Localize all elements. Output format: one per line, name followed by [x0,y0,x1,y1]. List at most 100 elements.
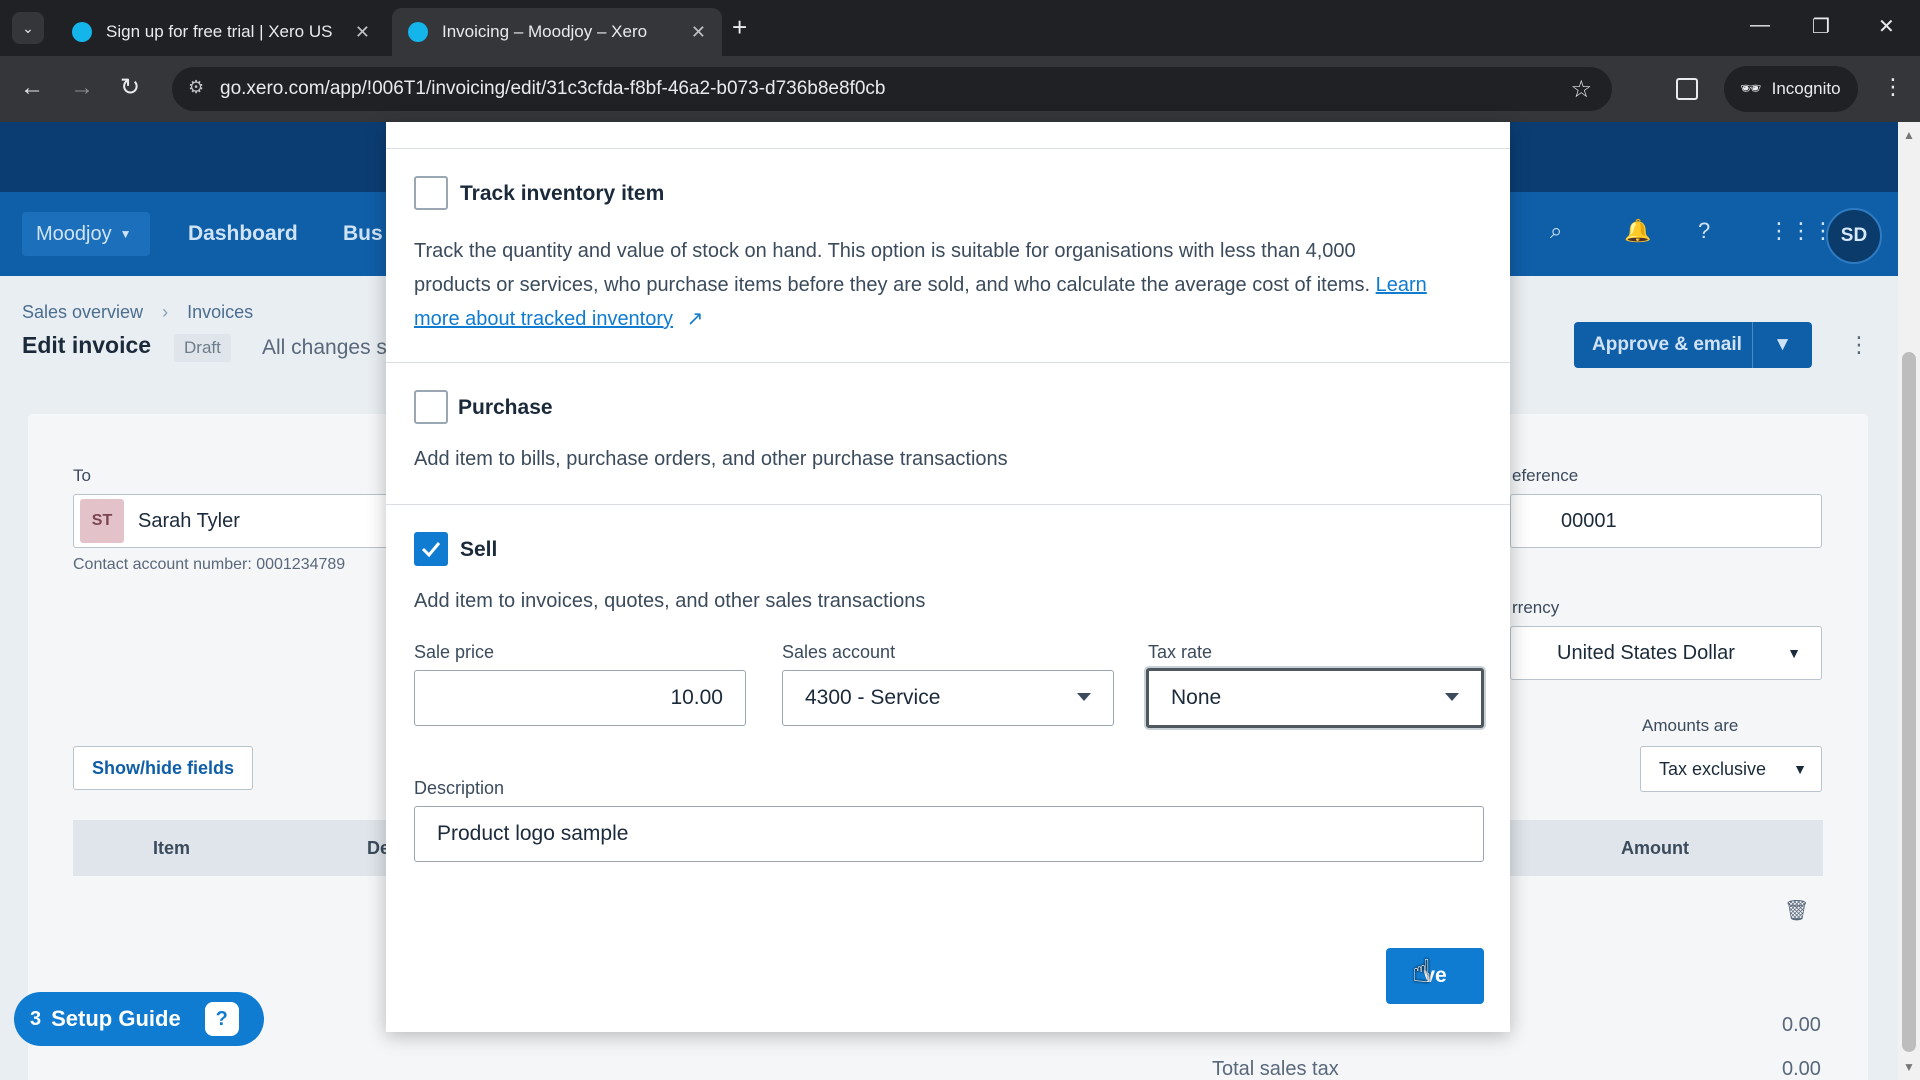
reference-label: eference [1512,466,1579,485]
contact-field[interactable]: ST Sarah Tyler [73,494,413,548]
amounts-are-label: Amounts are [1642,716,1739,735]
page-scrollbar[interactable]: ▲ ▼ [1898,122,1920,1080]
approve-email-button[interactable]: Approve & email ▼ [1574,322,1812,368]
new-tab-icon[interactable]: + [732,14,747,40]
page-title: Edit invoice [22,332,152,358]
setup-guide-count: 3 [30,1007,42,1030]
sell-checkbox[interactable] [414,532,448,566]
learn-more-link-part1[interactable]: Learn [1376,274,1427,296]
forward-icon[interactable]: → [70,74,94,102]
track-inventory-description: Track the quantity and value of stock on… [414,234,1427,336]
divider [386,504,1510,505]
breadcrumb-invoices[interactable]: Invoices [187,302,253,322]
sale-price-label: Sale price [414,642,495,662]
show-hide-fields-button[interactable]: Show/hide fields [73,746,253,790]
browser-tab-invoicing[interactable]: Invoicing – Moodjoy – Xero ✕ [392,8,722,56]
side-panel-icon[interactable] [1676,78,1698,100]
close-window-icon[interactable]: ✕ [1878,14,1895,39]
purchase-checkbox[interactable] [414,390,448,424]
reference-field[interactable]: 00001 [1510,494,1822,548]
setup-guide-button[interactable]: 3 Setup Guide ? [14,992,264,1046]
sell-description: Add item to invoices, quotes, and other … [414,590,926,612]
amounts-are-value: Tax exclusive [1659,758,1767,779]
bell-icon[interactable]: 🔔 [1624,218,1651,244]
browser-tab-bar: ⌄ Sign up for free trial | Xero US ✕ Inv… [0,0,1920,56]
chevron-down-icon [1445,693,1459,701]
chevron-down-icon: ▼ [1793,761,1807,777]
column-amount: Amount [1621,838,1689,858]
sale-price-input[interactable]: 10.00 [414,670,746,726]
tab-search-icon[interactable]: ⌄ [12,12,44,44]
restore-icon[interactable]: ❐ [1812,14,1830,39]
sales-account-select[interactable]: 4300 - Service [782,670,1114,726]
total-sales-tax-label: Total sales tax [1212,1058,1339,1080]
nav-dashboard[interactable]: Dashboard [188,222,298,246]
sell-label: Sell [460,538,498,561]
xero-favicon-icon [408,22,428,42]
avatar[interactable]: SD [1826,208,1882,264]
reference-value: 00001 [1561,509,1617,532]
contact-name: Sarah Tyler [138,509,240,532]
trash-icon[interactable]: 🗑 [1784,898,1809,923]
tax-rate-select[interactable]: None [1146,668,1484,728]
tab-title: Sign up for free trial | Xero US [106,22,333,41]
external-link-icon[interactable]: ↗ [687,308,704,330]
more-options-icon[interactable]: ⋮ [1848,332,1870,358]
close-tab-icon[interactable]: ✕ [691,22,706,43]
apps-grid-icon[interactable]: ⋮⋮⋮ [1768,218,1834,244]
scroll-down-icon[interactable]: ▼ [1903,1060,1915,1074]
column-item: Item [153,838,191,858]
url-text: go.xero.com/app/!006T1/invoicing/edit/31… [220,78,886,99]
org-switcher[interactable]: Moodjoy ▼ [22,212,150,256]
scrollbar-thumb[interactable] [1902,352,1916,1052]
amounts-are-select[interactable]: Tax exclusive ▼ [1640,746,1822,792]
to-label: To [73,466,91,485]
incognito-indicator[interactable]: 🕶 Incognito [1724,66,1858,112]
back-icon[interactable]: ← [20,74,44,102]
tax-rate-value: None [1171,686,1222,709]
contact-account-number: Contact account number: 0001234789 [73,556,346,573]
minimize-icon[interactable]: — [1750,14,1770,37]
tax-rate-label: Tax rate [1148,642,1213,662]
close-tab-icon[interactable]: ✕ [355,22,370,43]
track-inventory-description-line2: products or services, who purchase items… [414,274,1371,296]
track-inventory-checkbox[interactable] [414,176,448,210]
org-name: Moodjoy [36,222,112,245]
address-bar[interactable]: ⚙ go.xero.com/app/!006T1/invoicing/edit/… [172,67,1612,111]
description-label: Description [414,778,505,798]
sales-account-value: 4300 - Service [805,686,941,709]
save-button[interactable]: ve [1386,948,1484,1004]
subtotal-value: 0.00 [1782,1014,1821,1036]
contact-initials: ST [80,499,124,543]
setup-guide-label: Setup Guide [51,1006,181,1031]
xero-favicon-icon [72,22,92,42]
breadcrumb-sales-overview[interactable]: Sales overview [22,302,143,322]
incognito-icon: 🕶 [1740,79,1762,98]
scroll-up-icon[interactable]: ▲ [1903,128,1915,142]
reload-icon[interactable]: ↻ [120,74,140,102]
learn-more-link[interactable]: more about tracked inventory [414,308,673,330]
approve-email-label: Approve & email [1592,334,1742,355]
help-icon[interactable]: ? [1698,218,1710,244]
nav-business[interactable]: Bus [343,222,383,246]
bookmark-star-icon[interactable]: ☆ [1570,75,1592,104]
checkmark-icon [421,542,441,558]
description-input[interactable]: Product logo sample [414,806,1484,862]
help-chat-icon[interactable]: ? [204,1002,239,1036]
divider [386,148,1510,149]
incognito-label: Incognito [1771,79,1841,98]
track-inventory-label: Track inventory item [460,182,665,205]
browser-menu-icon[interactable]: ⋮ [1882,74,1904,100]
purchase-label: Purchase [458,396,553,419]
currency-select[interactable]: United States Dollar ▼ [1510,626,1822,680]
status-badge: Draft [174,334,231,362]
site-settings-icon[interactable]: ⚙ [188,77,204,98]
chevron-down-icon: ▼ [119,227,132,241]
currency-label: rrency [1512,598,1560,617]
search-icon[interactable]: ⌕ [1550,218,1562,244]
purchase-description: Add item to bills, purchase orders, and … [414,448,1008,470]
browser-toolbar: ← → ↻ ⚙ go.xero.com/app/!006T1/invoicing… [0,56,1920,122]
divider [386,362,1510,363]
browser-tab-signup[interactable]: Sign up for free trial | Xero US ✕ [56,8,386,56]
chevron-down-icon[interactable]: ▼ [1752,322,1812,368]
